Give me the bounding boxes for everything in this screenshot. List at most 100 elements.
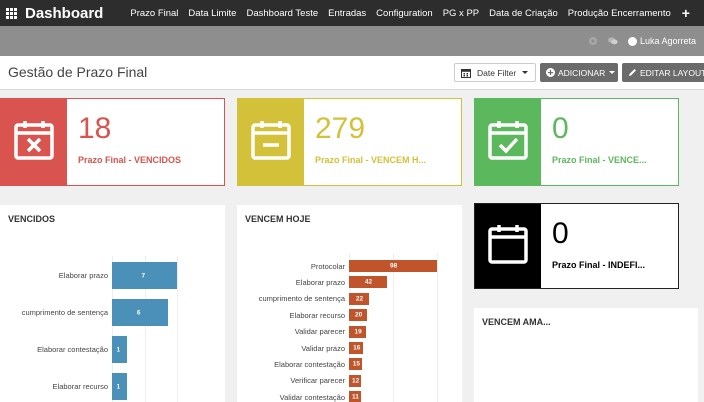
panel-title: VENCIDOS — [8, 214, 56, 224]
panel-title: VENCEM AMA... — [482, 317, 551, 327]
nav-item-pg-x-pp[interactable]: PG x PP — [438, 8, 484, 19]
user-menu[interactable]: Luka Agorreta — [627, 36, 696, 46]
card-vencem-hoje[interactable]: 279 Prazo Final - VENCEM H... — [237, 98, 462, 186]
user-avatar-icon — [627, 36, 637, 46]
bar-label: Elaborar recurso — [289, 310, 345, 320]
bar-row: Elaborar prazo 7 — [0, 262, 177, 289]
bar-label: Protocolar — [310, 261, 345, 271]
bar-row: Validar parecer 19 — [237, 325, 367, 338]
chevron-down-icon — [522, 71, 529, 74]
bar-value-label: 7 — [141, 272, 146, 279]
nav-item-data-criacao[interactable]: Data de Criação — [484, 8, 563, 19]
card-vencidos[interactable]: 18 Prazo Final - VENCIDOS — [0, 98, 225, 186]
card-indefinidos[interactable]: 0 Prazo Final - INDEFI... — [474, 203, 679, 289]
bar-value-label: 42 — [364, 278, 373, 286]
bar[interactable]: 16 — [349, 342, 364, 354]
gridline — [393, 254, 394, 402]
edit-layout-button[interactable]: EDITAR LAYOUT — [622, 63, 704, 82]
calendar-icon — [461, 68, 471, 78]
bar-row: Elaborar contestação 15 — [237, 358, 363, 371]
bar-row: cumprimento de sentença 22 — [237, 292, 369, 305]
panel-title: VENCEM HOJE — [245, 214, 311, 224]
bar-value-label: 12 — [352, 377, 360, 385]
card-count: 18 — [78, 112, 112, 145]
bar-value-label: 1 — [116, 346, 121, 353]
bar-row: Elaborar recurso 1 — [0, 373, 127, 400]
bar-value-label: 15 — [352, 360, 360, 368]
bar-label: Elaborar recurso — [52, 382, 108, 391]
nav-item-dashboard-teste[interactable]: Dashboard Teste — [241, 8, 323, 19]
panel-vencem-hoje: VENCEM HOJE Protocolar 98 Elaborar prazo 42… — [237, 205, 462, 402]
bar-value-label: 22 — [355, 295, 364, 303]
bar-label: Validar contestação — [279, 392, 345, 402]
plus-circle-icon — [546, 68, 555, 77]
bar[interactable]: 42 — [349, 276, 387, 289]
calendar-minus-icon — [250, 119, 292, 166]
bar-label: Validar prazo — [301, 343, 345, 353]
nav-item-producao-encerramento[interactable]: Produção Encerramento — [563, 8, 676, 19]
nav-item-entradas[interactable]: Entradas — [323, 8, 371, 19]
brand-label[interactable]: Dashboard — [25, 5, 103, 22]
card-count: 279 — [315, 112, 366, 145]
bar-value-label: 16 — [353, 344, 361, 352]
add-dashboard-icon[interactable]: + — [682, 5, 690, 21]
bar-label: Validar parecer — [294, 327, 345, 337]
nav-item-data-limite[interactable]: Data Limite — [183, 8, 241, 19]
card-icon-area — [1, 99, 67, 185]
panel-vencidos: VENCIDOS Elaborar prazo 7 cumprimento de s… — [0, 205, 225, 402]
bar-row: Validar contestação 11 — [237, 391, 361, 402]
chat-icon[interactable] — [607, 36, 618, 46]
card-vencem-amanha[interactable]: 0 Prazo Final - VENCE... — [474, 98, 679, 186]
apps-grid-icon[interactable] — [6, 7, 17, 19]
add-button[interactable]: ADICIONAR — [540, 63, 618, 82]
edit-layout-label: EDITAR LAYOUT — [640, 67, 704, 78]
bar[interactable]: 98 — [349, 260, 437, 272]
nav-item-configuration[interactable]: Configuration — [371, 8, 438, 19]
bar-row: cumprimento de sentença 6 — [0, 299, 168, 326]
nav-item-prazo-final[interactable]: Prazo Final — [125, 8, 183, 19]
bar-value-label: 11 — [352, 393, 359, 401]
bar[interactable]: 1 — [112, 373, 127, 400]
gridline — [437, 254, 438, 402]
bar[interactable]: 15 — [349, 358, 363, 371]
bar-row: Elaborar recurso 20 — [237, 309, 367, 322]
chevron-down-icon — [609, 71, 616, 74]
nav-menu: Prazo Final Data Limite Dashboard Teste … — [125, 5, 690, 21]
card-label: Prazo Final - INDEFI... — [552, 260, 646, 270]
bar-row: Elaborar contestação 1 — [0, 336, 127, 363]
card-count: 0 — [552, 112, 569, 145]
pencil-icon — [628, 68, 637, 77]
bar-row: Protocolar 98 — [237, 260, 437, 272]
card-label: Prazo Final - VENCEM H... — [315, 155, 427, 165]
card-body: 0 Prazo Final - INDEFI... — [541, 204, 672, 288]
bar[interactable]: 11 — [349, 391, 361, 402]
bar[interactable]: 6 — [112, 299, 168, 326]
bar-value-label: 98 — [390, 262, 398, 270]
bar-label: Elaborar prazo — [295, 277, 345, 287]
user-name: Luka Agorreta — [639, 36, 696, 46]
bar-value-label: 6 — [136, 309, 141, 316]
bar[interactable]: 20 — [349, 309, 367, 322]
bar[interactable]: 1 — [112, 336, 127, 363]
bar-row: Validar prazo 16 — [237, 342, 364, 354]
bar-label: Elaborar contestação — [37, 345, 108, 354]
bar-value-label: 1 — [116, 383, 121, 390]
card-count: 0 — [552, 217, 569, 250]
bar[interactable]: 22 — [349, 292, 369, 305]
bar[interactable]: 12 — [349, 374, 361, 387]
bar-label: cumprimento de sentença — [21, 308, 108, 317]
card-label: Prazo Final - VENCIDOS — [78, 155, 182, 165]
card-label: Prazo Final - VENCE... — [552, 155, 647, 165]
bar[interactable]: 7 — [112, 262, 177, 289]
brand[interactable]: Dashboard — [6, 5, 103, 22]
bar[interactable]: 19 — [349, 325, 367, 338]
card-body: 0 Prazo Final - VENCE... — [541, 99, 672, 185]
add-button-label: ADICIONAR — [558, 67, 606, 78]
bar-value-label: 20 — [354, 311, 363, 319]
top-navbar: Dashboard Prazo Final Data Limite Dashbo… — [0, 0, 704, 26]
date-filter-button[interactable]: Date Filter — [454, 63, 536, 82]
card-icon-area — [475, 204, 541, 288]
settings-icon[interactable] — [588, 36, 598, 46]
calendar-check-icon — [487, 119, 529, 166]
card-body: 18 Prazo Final - VENCIDOS — [67, 99, 218, 185]
